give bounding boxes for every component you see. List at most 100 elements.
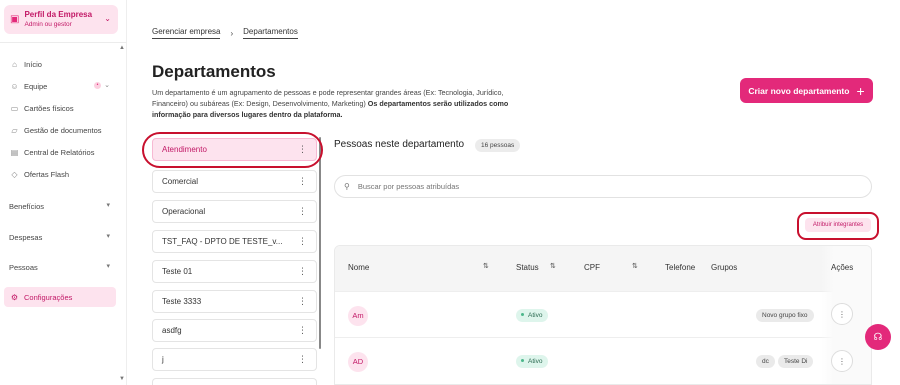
more-options-icon[interactable]: ⋮ — [298, 325, 307, 336]
card-icon: ▭ — [10, 103, 19, 113]
department-item[interactable]: asdfg ⋮ — [152, 319, 317, 342]
department-item[interactable]: j ⋮ — [152, 348, 317, 371]
department-label: j — [162, 355, 164, 364]
avatar: AD — [348, 352, 368, 372]
chevron-down-icon: ▾ — [106, 263, 110, 270]
breadcrumb-current[interactable]: Departamentos — [243, 27, 298, 39]
department-item[interactable]: Comercial ⋮ — [152, 170, 317, 193]
scroll-down-arrow[interactable]: ▼ — [119, 376, 125, 382]
department-label: TST_FAQ - DPTO DE TESTE_v... — [162, 237, 283, 246]
sidebar-item-label: Cartões físicos — [24, 103, 74, 113]
department-label: Teste 01 — [162, 267, 193, 276]
scroll-up-arrow[interactable]: ▲ — [119, 45, 125, 51]
column-header-status[interactable]: Status — [516, 263, 539, 272]
department-item[interactable]: Operacional ⋮ — [152, 200, 317, 223]
sort-icon[interactable]: ⇅ — [483, 262, 489, 270]
sidebar-item-label: Central de Relatórios — [24, 147, 95, 157]
department-item[interactable]: TST_FAQ - DPTO DE TESTE_v... ⋮ — [152, 230, 317, 253]
group-chip: Teste Di — [778, 355, 814, 368]
sidebar-section-beneficios[interactable]: Benefícios ▾ — [4, 196, 116, 216]
building-icon: ▣ — [10, 14, 20, 25]
status-badge: Ativo — [516, 309, 549, 322]
headset-icon: ☊ — [873, 331, 883, 343]
chevron-down-icon: ⌄ — [104, 82, 110, 89]
people-count-badge: 16 pessoas — [475, 139, 521, 152]
search-icon: ⚲ — [344, 182, 350, 191]
chevron-down-icon: ▾ — [106, 202, 110, 209]
section-label: Pessoas — [9, 262, 38, 272]
users-icon: ☺ — [10, 81, 19, 91]
sort-icon[interactable]: ⇅ — [632, 262, 638, 270]
status-badge: Ativo — [516, 355, 549, 368]
breadcrumb-parent-link[interactable]: Gerenciar empresa — [152, 27, 221, 39]
column-header-cpf[interactable]: CPF — [584, 263, 600, 272]
help-chat-button[interactable]: ☊ — [865, 324, 891, 350]
breadcrumb: Gerenciar empresa › Departamentos — [152, 27, 298, 39]
sidebar-item-inicio[interactable]: ⌂ Início — [4, 54, 116, 74]
department-item-partial[interactable] — [152, 378, 317, 385]
gear-icon: ⚙ — [10, 292, 19, 302]
annotation-circle — [142, 132, 323, 168]
page-description: Um departamento é um agrupamento de pess… — [152, 87, 522, 120]
section-label: Benefícios — [9, 201, 45, 211]
column-header-telefone[interactable]: Telefone — [665, 263, 695, 272]
sidebar-item-cartoes[interactable]: ▭ Cartões físicos — [4, 98, 116, 118]
section-label: Despesas — [9, 232, 43, 242]
row-actions-button[interactable]: ⋮ — [831, 303, 853, 325]
profile-subtitle: Admin ou gestor — [24, 20, 72, 28]
tag-icon: ◇ — [11, 169, 18, 179]
more-options-icon[interactable]: ⋮ — [298, 266, 307, 277]
column-header-grupos[interactable]: Grupos — [711, 263, 737, 272]
plus-icon: + — [856, 82, 865, 99]
table-row[interactable]: Am Ativo Novo grupo fixo — [335, 291, 871, 337]
folder-icon: ▱ — [11, 125, 18, 135]
sidebar-item-label: Configurações — [24, 292, 73, 302]
more-options-icon[interactable]: ⋮ — [298, 206, 307, 217]
department-item[interactable]: Teste 3333 ⋮ — [152, 290, 317, 313]
status-label: Ativo — [528, 358, 543, 365]
sidebar-item-configuracoes[interactable]: ⚙ Configurações — [4, 287, 116, 307]
page-title: Departamentos — [152, 62, 276, 81]
sidebar-item-ofertas[interactable]: ◇ Ofertas Flash — [4, 164, 116, 184]
people-search[interactable]: ⚲ — [334, 175, 872, 198]
department-label: Comercial — [162, 177, 199, 186]
sidebar-section-despesas[interactable]: Despesas ▾ — [4, 227, 116, 247]
more-options-icon[interactable]: ⋮ — [298, 236, 307, 247]
search-input[interactable] — [357, 182, 838, 191]
sidebar-divider — [0, 42, 127, 43]
sidebar-item-relatorios[interactable]: ▤ Central de Relatórios — [4, 142, 116, 162]
group-chip: Novo grupo fixo — [756, 309, 814, 322]
avatar: Am — [348, 306, 368, 326]
sidebar-item-documentos[interactable]: ▱ Gestão de documentos — [4, 120, 116, 140]
sidebar-section-pessoas[interactable]: Pessoas ▾ — [4, 257, 116, 277]
create-department-label: Criar novo departamento — [748, 85, 850, 96]
table-row[interactable]: AD Ativo dc Teste Di — [335, 337, 871, 383]
chevron-down-icon: ⌄ — [104, 14, 111, 23]
column-header-nome[interactable]: Nome — [348, 263, 369, 272]
chevron-down-icon: ▾ — [106, 233, 110, 240]
create-department-button[interactable]: Criar novo departamento + — [740, 78, 873, 103]
company-profile-switcher[interactable]: ▣ Perfil da Empresa Admin ou gestor ⌄ — [4, 5, 118, 34]
profile-title: Perfil da Empresa — [24, 9, 93, 19]
sidebar-item-label: Gestão de documentos — [24, 125, 102, 135]
group-chip: dc — [756, 355, 775, 368]
list-scrollbar[interactable] — [319, 137, 321, 349]
people-table: Nome ⇅ Status ⇅ CPF ⇅ Telefone Grupos Am… — [334, 245, 872, 385]
more-options-icon[interactable]: ⋮ — [298, 296, 307, 307]
department-label: asdfg — [162, 326, 182, 335]
column-header-acoes: Ações — [831, 263, 854, 272]
more-options-icon[interactable]: ⋮ — [298, 176, 307, 187]
chevron-right-icon: › — [230, 28, 234, 38]
sidebar-item-label: Equipe — [24, 81, 48, 91]
chart-icon: ▤ — [10, 147, 19, 157]
department-label: Operacional — [162, 207, 206, 216]
sidebar: ▣ Perfil da Empresa Admin ou gestor ⌄ ▲ … — [0, 0, 127, 385]
more-options-icon[interactable]: ⋮ — [298, 354, 307, 365]
annotation-circle — [797, 212, 879, 240]
sidebar-item-equipe[interactable]: ☺ Equipe • ⌄ — [4, 76, 116, 96]
sidebar-item-label: Início — [24, 59, 42, 69]
row-actions-button[interactable]: ⋮ — [831, 350, 853, 372]
sort-icon[interactable]: ⇅ — [550, 262, 556, 270]
status-dot-icon — [521, 359, 524, 362]
department-item[interactable]: Teste 01 ⋮ — [152, 260, 317, 283]
